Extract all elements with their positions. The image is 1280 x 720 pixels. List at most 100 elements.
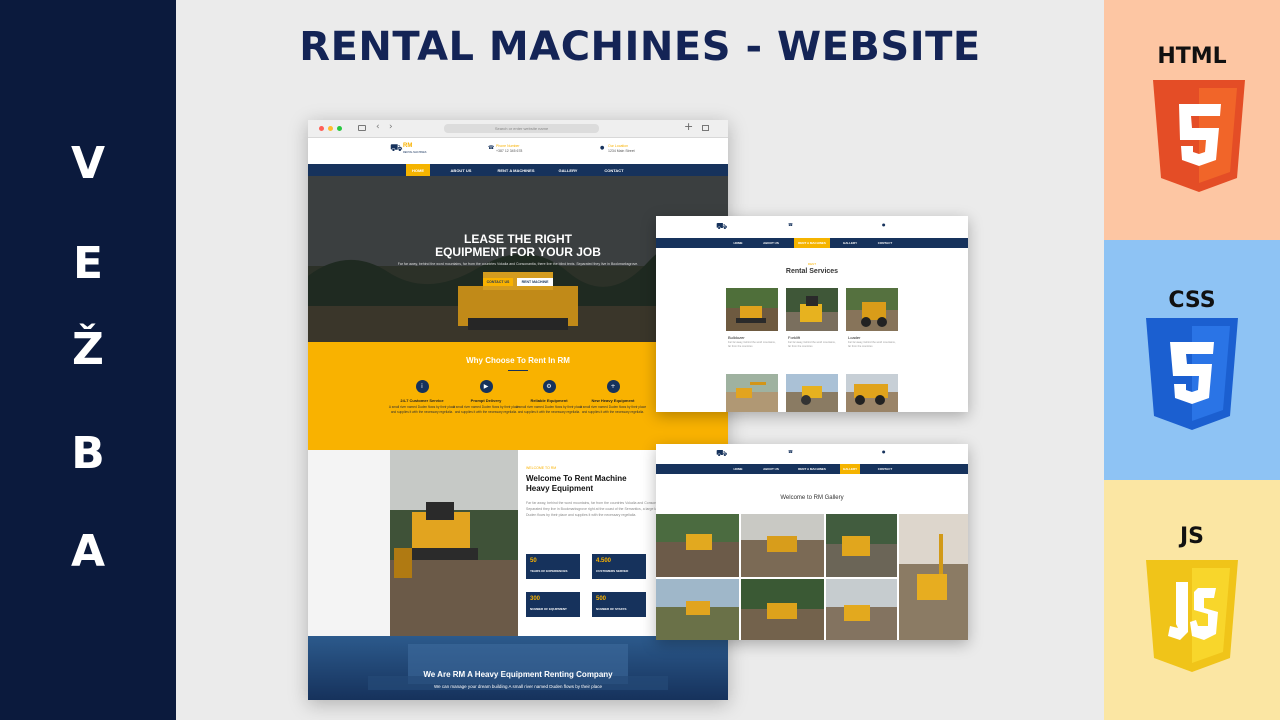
logo-icon: ⛟ (716, 449, 728, 459)
company-title: We Are RM A Heavy Equipment Renting Comp… (423, 670, 613, 679)
css3-icon (1146, 318, 1238, 430)
html5-icon (1153, 80, 1245, 192)
company-text: We can manage your dream building A smal… (433, 684, 602, 689)
contact-value: 1234 Main Street (608, 149, 635, 153)
phone-icon: ☎ (788, 449, 793, 454)
nav-rent[interactable]: RENT A MACHINES (794, 238, 830, 248)
location-icon: ● (882, 222, 886, 227)
stat-label: NUMBER OF EQUIPMENT (530, 607, 567, 611)
about-kicker: WELCOME TO RM (526, 466, 557, 470)
html-label: HTML (1157, 44, 1227, 69)
left-letter: B (71, 428, 105, 479)
feature-text: A small river named Duden flows by their… (388, 405, 456, 414)
rental-item-text: Far far away, behind the word mountains,… (728, 341, 776, 348)
loader-photo (846, 288, 898, 331)
nav-about[interactable]: ABOUT US (443, 164, 479, 176)
stat-number: 4.500 (596, 558, 612, 564)
html-panel: HTML (1104, 0, 1280, 240)
card-header: ⛟ ☎ ● (656, 216, 968, 238)
card-nav: HOME ABOUT US RENT A MACHINES GALLERY CO… (656, 238, 968, 248)
main-nav: HOME ABOUT US RENT A MACHINES GALLERY CO… (308, 164, 728, 176)
tabs-icon[interactable] (702, 125, 709, 131)
phone-icon: ☎ (488, 145, 495, 151)
stat-card: 500 NUMBER OF STAFFS (592, 592, 646, 617)
stat-card: 50 YEARS OF EXPERIENCES (526, 554, 580, 579)
rental-item-text: Far far away, behind the word mountains,… (788, 341, 836, 348)
divider (508, 370, 528, 371)
js-panel: JS (1104, 480, 1280, 720)
nav-gallery[interactable]: GALLERY (838, 238, 862, 248)
truck-icon: ▶ (479, 380, 493, 393)
close-dot[interactable] (319, 126, 324, 131)
stat-label: NUMBER OF STAFFS (596, 607, 627, 611)
nav-home[interactable]: HOME (726, 464, 750, 474)
feature-card: ▶ Prompt Delivery A small river named Du… (450, 380, 522, 414)
gallery-photo (741, 579, 824, 640)
feature-title: Reliable Equipment (530, 398, 568, 403)
nav-about[interactable]: ABOUT US (756, 464, 786, 474)
logo-mark: RM (403, 143, 413, 149)
gallery-photo (899, 514, 968, 640)
forklift-photo (786, 288, 838, 331)
css-panel: CSS (1104, 240, 1280, 480)
nav-gallery[interactable]: GALLERY (552, 164, 584, 176)
gallery-photo (741, 514, 824, 577)
stat-card: 4.500 CUSTOMERS SERVED (592, 554, 646, 579)
rental-item-name: Loader (848, 335, 861, 340)
bulldozer-photo (390, 450, 518, 636)
back-icon[interactable]: ‹ (376, 122, 380, 132)
nav-contact[interactable]: CONTACT (870, 464, 900, 474)
logo-icon: ⛟ (716, 222, 728, 232)
company-banner: We Are RM A Heavy Equipment Renting Comp… (308, 636, 728, 700)
feature-card: ⚙ Reliable Equipment A small river named… (513, 380, 585, 414)
nav-gallery[interactable]: GALLERY (840, 464, 860, 474)
nav-rent[interactable]: RENT A MACHINES (492, 164, 540, 176)
feature-text: A small river named Duden flows by their… (579, 405, 647, 414)
dump-truck-photo (846, 374, 898, 412)
address-bar[interactable]: Search or enter website name (444, 124, 599, 133)
gallery-card: ⛟ ☎ ● HOME ABOUT US RENT A MACHINES GALL… (656, 444, 968, 640)
left-strip: V E Ž B A (0, 0, 176, 720)
feature-title: New Heavy Equipment (591, 398, 635, 403)
stat-number: 500 (596, 596, 607, 602)
maximize-dot[interactable] (337, 126, 342, 131)
nav-home[interactable]: HOME (406, 164, 430, 176)
sidebar-icon[interactable] (358, 125, 366, 131)
js-label: JS (1179, 524, 1205, 549)
section-kicker: RENT (807, 262, 817, 266)
nav-contact[interactable]: CONTACT (596, 164, 632, 176)
feature-card: i 24-7 Customer Service A small river na… (386, 380, 458, 414)
nav-home[interactable]: HOME (726, 238, 750, 248)
logo-sub: RENTAL MACHINES (403, 151, 427, 154)
card-nav: HOME ABOUT US RENT A MACHINES GALLERY CO… (656, 464, 968, 474)
roller-photo (786, 374, 838, 412)
browser-toolbar: ‹ › Search or enter website name + (308, 120, 728, 138)
hero-text: Far far away, behind the word mountains,… (397, 262, 639, 266)
nav-about[interactable]: ABOUT US (756, 238, 786, 248)
stat-card: 300 NUMBER OF EQUIPMENT (526, 592, 580, 617)
forward-icon[interactable]: › (389, 122, 393, 132)
about-title-line1: Welcome To Rent Machine (526, 474, 627, 483)
bulldozer-photo (726, 288, 778, 331)
excavator-photo (726, 374, 778, 412)
left-letter: A (70, 526, 106, 577)
nav-contact[interactable]: CONTACT (870, 238, 900, 248)
feature-title: Prompt Delivery (470, 398, 502, 403)
card-header: ⛟ ☎ ● (656, 444, 968, 464)
contact-value: +387 12 345 678 (496, 149, 523, 153)
gallery-photo (656, 514, 739, 577)
gallery-photo (656, 579, 739, 640)
left-letter: V (70, 138, 106, 189)
contact-label: Phone Number (496, 144, 520, 148)
contact-us-button[interactable]: CONTACT US (483, 278, 513, 286)
feature-title: 24-7 Customer Service (400, 398, 444, 403)
info-icon: i (415, 380, 429, 393)
site-header: ⛟ RM RENTAL MACHINES ☎ Phone Number +387… (308, 138, 728, 164)
minimize-dot[interactable] (328, 126, 333, 131)
rental-item-name: Forklift (788, 335, 800, 340)
nav-rent[interactable]: RENT A MACHINES (794, 464, 830, 474)
gallery-photo (826, 514, 897, 577)
new-tab-icon[interactable]: + (684, 120, 693, 133)
rent-machine-button[interactable]: RENT MACHINE (517, 278, 553, 286)
stat-label: CUSTOMERS SERVED (596, 569, 629, 573)
